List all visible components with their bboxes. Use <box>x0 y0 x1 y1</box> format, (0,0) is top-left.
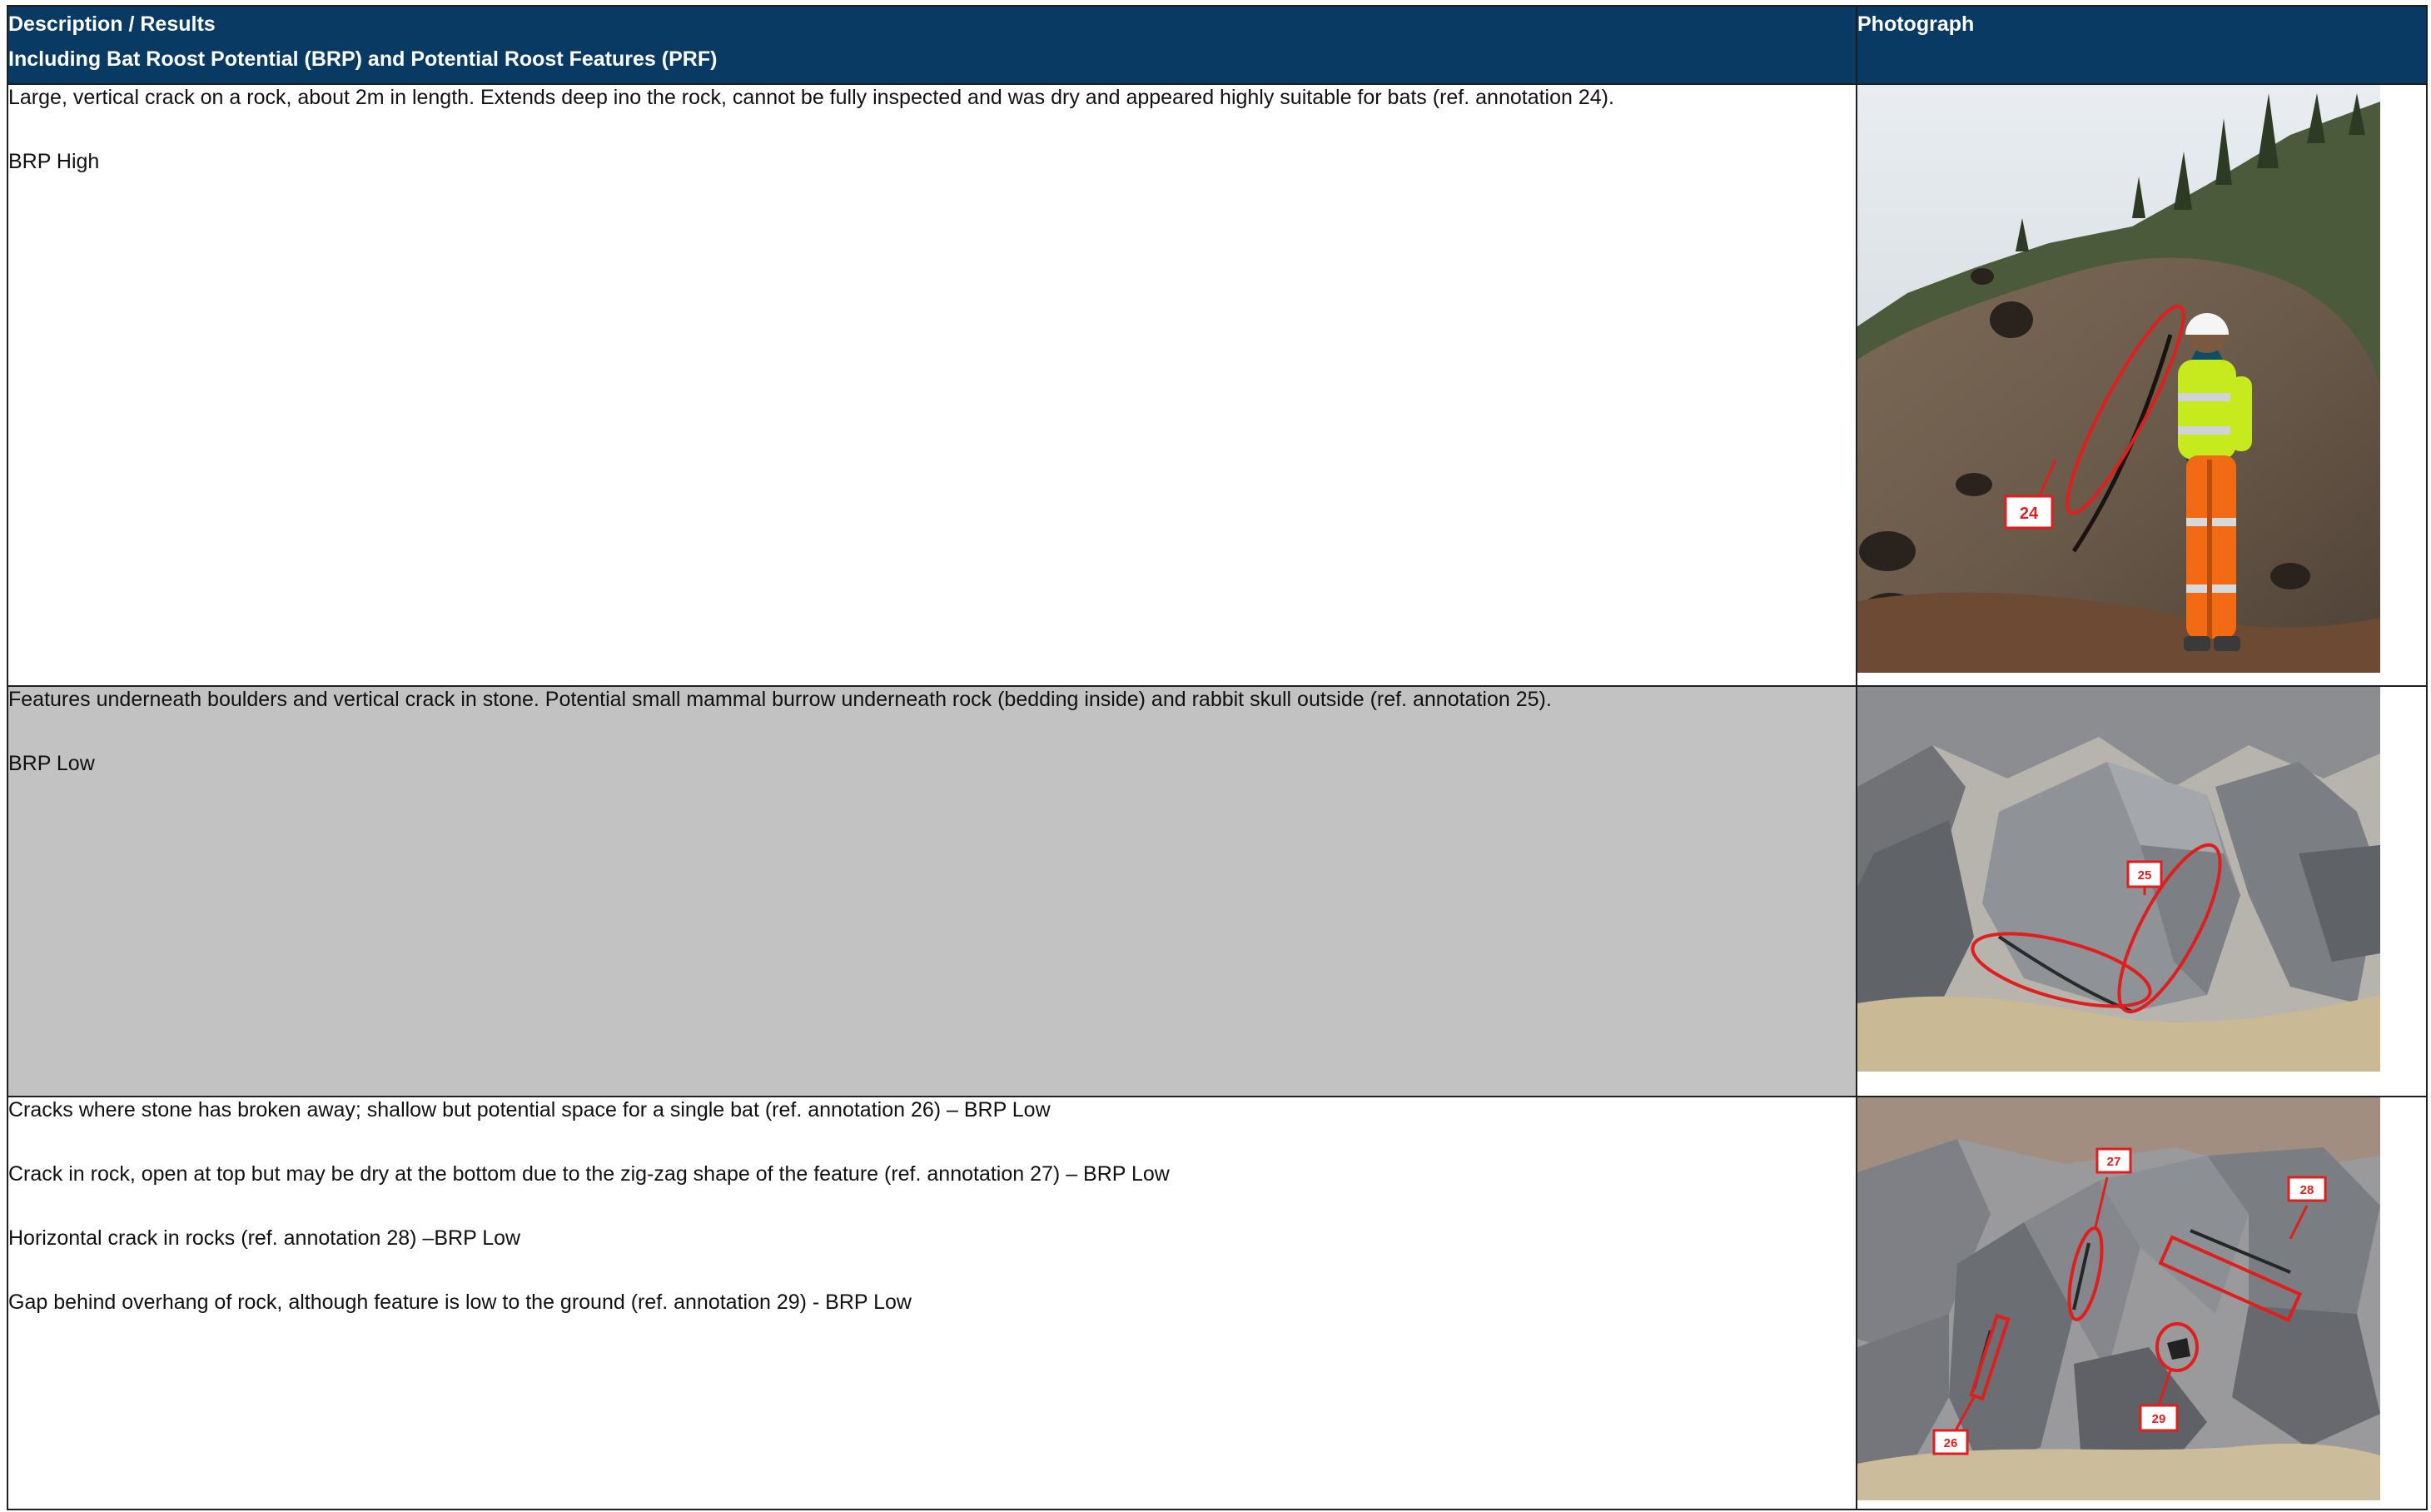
description-text: Cracks where stone has broken away; shal… <box>8 1098 1051 1122</box>
description-header-title: Description / Results <box>8 12 216 36</box>
rock-crack-photo: 24 <box>1857 85 2380 673</box>
brp-rating: BRP High <box>8 150 100 173</box>
description-text: Crack in rock, open at top but may be dr… <box>8 1162 1170 1186</box>
annotation-26-label: 26 <box>1944 1436 1958 1450</box>
annotation-29-label: 29 <box>2152 1412 2166 1426</box>
table-row: Large, vertical crack on a rock, about 2… <box>7 83 2428 687</box>
annotation-25-label: 25 <box>2138 868 2152 883</box>
photograph-header: Photograph <box>1856 5 2428 85</box>
table-header-row: Description / Results Including Bat Roos… <box>7 5 2428 85</box>
table-row: Cracks where stone has broken away; shal… <box>7 1096 2428 1510</box>
description-cell: Cracks where stone has broken away; shal… <box>7 1096 1857 1510</box>
description-text: Gap behind overhang of rock, although fe… <box>8 1291 912 1314</box>
description-header: Description / Results Including Bat Roos… <box>7 5 1857 85</box>
description-header-subtitle: Including Bat Roost Potential (BRP) and … <box>8 47 718 71</box>
annotation-28-label: 28 <box>2300 1183 2314 1197</box>
photograph-cell: 27 28 26 29 <box>1856 1096 2428 1510</box>
description-text: Horizontal crack in rocks (ref. annotati… <box>8 1226 521 1250</box>
boulder-features-photo: 25 <box>1857 687 2380 1072</box>
description-cell: Features underneath boulders and vertica… <box>7 685 1857 1097</box>
photograph-cell: 25 <box>1856 685 2428 1097</box>
rock-cracks-photo: 27 28 26 29 <box>1857 1097 2380 1500</box>
survey-results-table: Description / Results Including Bat Roos… <box>7 5 2428 1510</box>
description-text: Large, vertical crack on a rock, about 2… <box>8 86 1614 109</box>
brp-rating: BRP Low <box>8 752 95 775</box>
annotation-24-label: 24 <box>2020 505 2039 523</box>
photograph-cell: 24 <box>1856 83 2428 687</box>
photograph-header-title: Photograph <box>1857 12 1975 36</box>
description-cell: Large, vertical crack on a rock, about 2… <box>7 83 1857 687</box>
description-text: Features underneath boulders and vertica… <box>8 688 1552 711</box>
table-row: Features underneath boulders and vertica… <box>7 685 2428 1097</box>
annotation-27-label: 27 <box>2107 1155 2121 1169</box>
